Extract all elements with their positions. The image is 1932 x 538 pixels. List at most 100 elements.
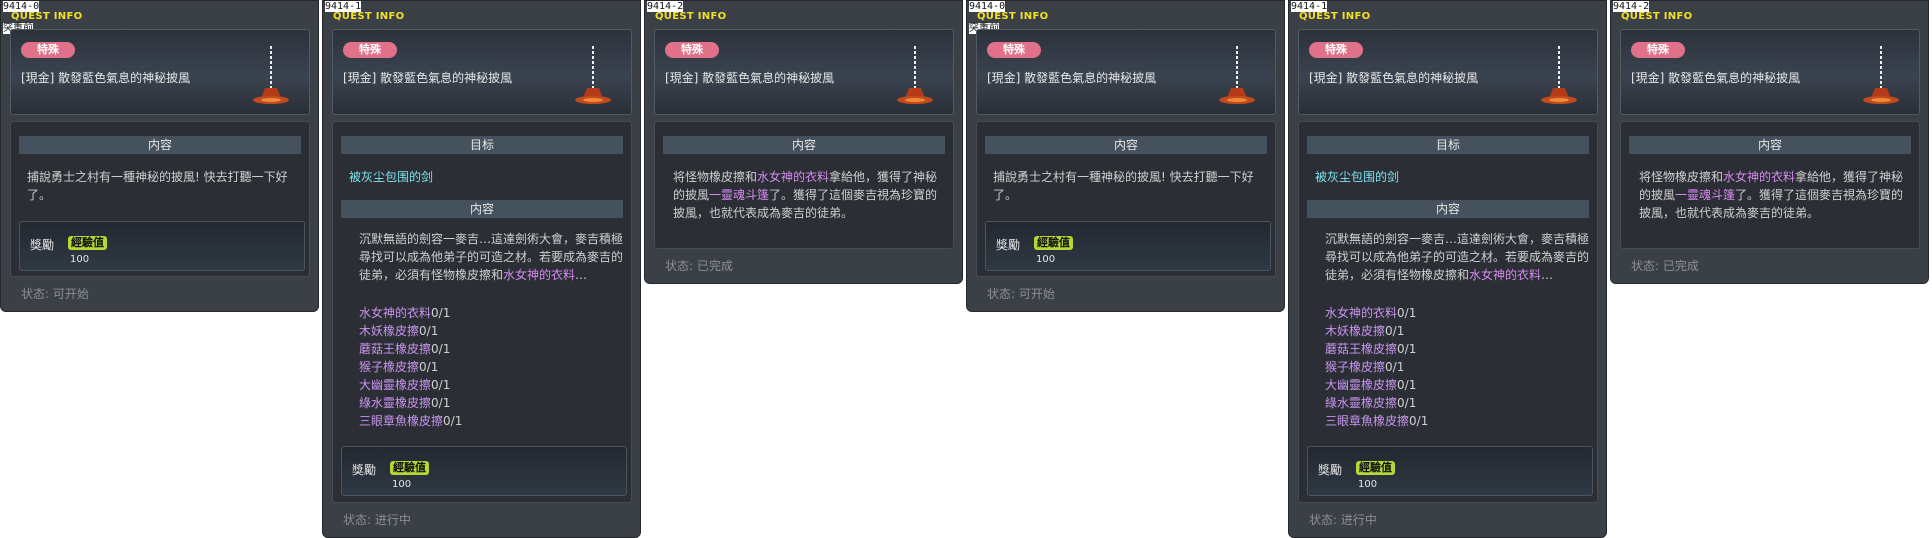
content-line: 将怪物橡皮擦和水女神的衣料拿給他，獲得了神秘 (673, 168, 953, 186)
objective-count: 0/1 (1385, 324, 1405, 338)
quest-name: [現金] 散發藍色氣息的神秘披風 (1631, 71, 1801, 85)
status-text: 状态: 进行中 (343, 513, 411, 527)
objective-count: 0/1 (1397, 342, 1417, 356)
objective-item: 猴子橡皮擦0/1 (359, 358, 438, 376)
objective-item: 水女神的衣料0/1 (359, 304, 450, 322)
objective-name: 猴子橡皮擦 (359, 360, 420, 374)
content-line: 了。 (993, 188, 1018, 202)
content-line: 将怪物橡皮擦和水女神的衣料拿給他，獲得了神秘 (1639, 168, 1919, 186)
exp-badge: 經驗值 (390, 461, 429, 475)
status-text: 状态: 已完成 (665, 259, 733, 273)
objective-count: 0/1 (1397, 396, 1417, 410)
objective-name: 三眼章魚橡皮擦 (1325, 414, 1410, 428)
quest-name: [現金] 散發藍色氣息的神秘披風 (343, 71, 513, 85)
exp-value: 100 (1358, 479, 1378, 490)
quest-panel-complete: 9414-2 QUEST INFO 特殊 [現金] 散發藍色氣息的神秘披風 内容… (644, 0, 963, 284)
objective-count: 0/1 (431, 378, 451, 392)
exp-value: 100 (70, 254, 90, 265)
content-text: 了。獲得了這個麥吉視為珍寶的 (769, 188, 938, 202)
objective-item: 木妖橡皮擦0/1 (1325, 322, 1404, 340)
objective-count: 0/1 (1397, 306, 1417, 320)
highlight-text: 一靈魂斗篷 (709, 188, 770, 202)
objective-name: 大幽靈橡皮擦 (1325, 378, 1398, 392)
content-text: 了。獲得了這個麥吉視為珍寶的 (1735, 188, 1904, 202)
reward-box: 獎勵 經驗值 100 (985, 221, 1271, 271)
target-text: 被灰尘包围的剑 (1315, 170, 1400, 184)
quest-header: 特殊 [現金] 散發藍色氣息的神秘披風 (332, 29, 632, 115)
objective-name: 水女神的衣料 (359, 306, 432, 320)
quest-panel-progress: 9414-1 QUEST INFO 特殊 [現金] 散發藍色氣息的神秘披風 目标… (1288, 0, 1607, 538)
content-header: 内容 (1629, 136, 1911, 154)
quest-name: [現金] 散發藍色氣息的神秘披風 (987, 71, 1157, 85)
objective-item: 三眼章魚橡皮擦0/1 (359, 412, 462, 430)
objective-item: 蘑菇王橡皮擦0/1 (359, 340, 450, 358)
panel-title: QUEST INFO (11, 11, 83, 22)
quest-name: [現金] 散發藍色氣息的神秘披風 (665, 71, 835, 85)
cape-icon (573, 44, 613, 109)
content-text: 拿給他，獲得了神秘 (1795, 170, 1904, 184)
reward-label: 獎勵 (30, 238, 55, 252)
objective-item: 大幽靈橡皮擦0/1 (1325, 376, 1416, 394)
panel-title: QUEST INFO (1621, 11, 1693, 22)
content-header: 内容 (1307, 200, 1589, 218)
content-header: 内容 (985, 136, 1267, 154)
content-line: 披風，也就代表成為麥吉的徒弟。 (673, 206, 854, 220)
content-header: 内容 (19, 136, 301, 154)
status-text: 状态: 可开始 (21, 287, 89, 301)
quest-body: 内容 捕說勇士之村有一種神秘的披風! 快去打聽一下好 了。 獎勵 經驗值 100 (976, 121, 1276, 277)
special-tag: 特殊 (21, 42, 75, 58)
content-line: 捕說勇士之村有一種神秘的披風! 快去打聽一下好 (27, 170, 288, 184)
reward-label: 獎勵 (1318, 463, 1343, 477)
objective-name: 綠水靈橡皮擦 (1325, 396, 1398, 410)
content-line: 徒弟，必須有怪物橡皮擦和水女神的衣料… (1325, 266, 1595, 284)
cape-icon (251, 44, 291, 109)
quest-header: 特殊 [現金] 散發藍色氣息的神秘披風 (1620, 29, 1920, 115)
quest-panel-progress: 9414-1 QUEST INFO 特殊 [現金] 散發藍色氣息的神秘披風 目标… (322, 0, 641, 538)
objective-count: 0/1 (419, 360, 439, 374)
content-line: 沉默無語的劍容一麥吉…這達劍術大會，麥吉積極 (359, 232, 624, 246)
cape-icon (1217, 44, 1257, 109)
reward-label: 獎勵 (352, 463, 377, 477)
content-line: 捕說勇士之村有一種神秘的披風! 快去打聽一下好 (993, 170, 1254, 184)
objective-count: 0/1 (1409, 414, 1429, 428)
content-text: … (1541, 268, 1554, 282)
content-text: … (575, 268, 588, 282)
objective-item: 三眼章魚橡皮擦0/1 (1325, 412, 1428, 430)
cape-icon (1861, 44, 1901, 109)
quest-header: 特殊 [現金] 散發藍色氣息的神秘披風 (10, 29, 310, 115)
objective-count: 0/1 (1397, 378, 1417, 392)
quest-body: 内容 将怪物橡皮擦和水女神的衣料拿給他，獲得了神秘 的披風一靈魂斗篷了。獲得了這… (654, 121, 954, 249)
quest-panel-start: 9414-0 QUEST INFO 突重前 特殊 [現金] 散發藍色氣息的神秘披… (0, 0, 319, 312)
panel-title: QUEST INFO (1299, 11, 1371, 22)
objective-name: 猴子橡皮擦 (1325, 360, 1386, 374)
quest-header: 特殊 [現金] 散發藍色氣息的神秘披風 (976, 29, 1276, 115)
content-line: 尋找可以成為他弟子的可造之材。若要成為麥吉的 (1325, 250, 1590, 264)
objective-name: 蘑菇王橡皮擦 (1325, 342, 1398, 356)
special-tag: 特殊 (1309, 42, 1363, 58)
objective-item: 猴子橡皮擦0/1 (1325, 358, 1404, 376)
highlight-text: 水女神的衣料 (503, 268, 576, 282)
objective-name: 綠水靈橡皮擦 (359, 396, 432, 410)
objective-count: 0/1 (443, 414, 463, 428)
exp-value: 100 (1036, 254, 1056, 265)
highlight-text: 水女神的衣料 (757, 170, 830, 184)
content-text: 将怪物橡皮擦和 (1639, 170, 1724, 184)
special-tag: 特殊 (1631, 42, 1685, 58)
status-text: 状态: 进行中 (1309, 513, 1377, 527)
objective-name: 蘑菇王橡皮擦 (359, 342, 432, 356)
reward-box: 獎勵 經驗值 100 (19, 221, 305, 271)
quest-panel-start: 9414-0 QUEST INFO 突重前 特殊 [現金] 散發藍色氣息的神秘披… (966, 0, 1285, 312)
objective-count: 0/1 (431, 342, 451, 356)
objective-item: 大幽靈橡皮擦0/1 (359, 376, 450, 394)
special-tag: 特殊 (987, 42, 1041, 58)
content-text: 徒弟，必須有怪物橡皮擦和 (1325, 268, 1470, 282)
exp-badge: 經驗值 (1356, 461, 1395, 475)
content-text: 的披風 (673, 188, 710, 202)
content-header: 内容 (341, 200, 623, 218)
highlight-text: 水女神的衣料 (1469, 268, 1542, 282)
panel-title: QUEST INFO (655, 11, 727, 22)
objective-count: 0/1 (419, 324, 439, 338)
target-text: 被灰尘包围的剑 (349, 170, 434, 184)
cape-icon (895, 44, 935, 109)
quest-body: 目标 被灰尘包围的剑 内容 沉默無語的劍容一麥吉…這達劍術大會，麥吉積極 尋找可… (1298, 121, 1598, 503)
